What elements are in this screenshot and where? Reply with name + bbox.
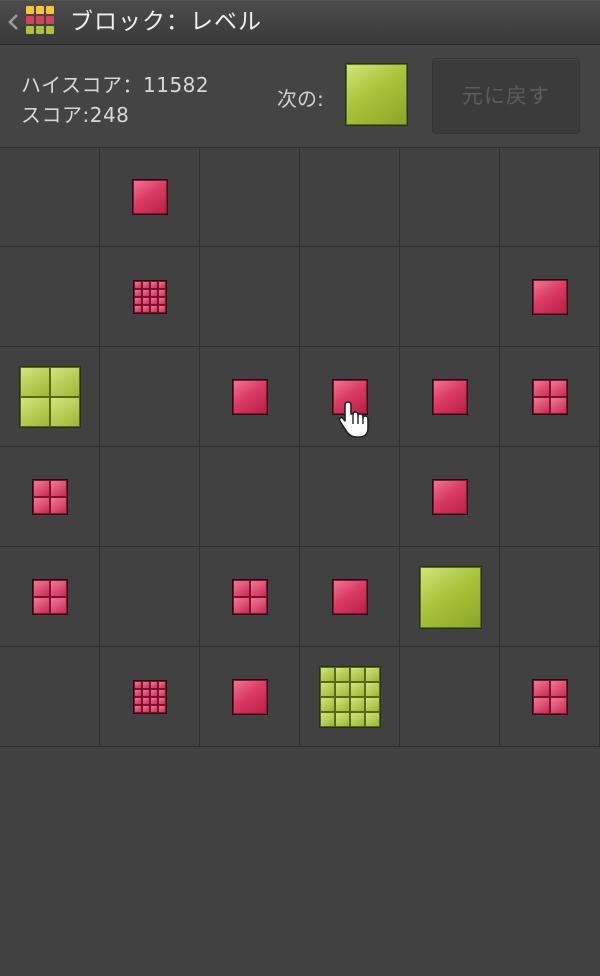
board-cell[interactable] bbox=[100, 347, 200, 447]
action-bar: ブロック：レベル bbox=[0, 0, 600, 45]
high-score-label: ハイスコア：11582 bbox=[21, 73, 210, 97]
board-cell[interactable] bbox=[200, 347, 300, 447]
board-cell[interactable] bbox=[200, 247, 300, 347]
pink-block[interactable] bbox=[134, 281, 166, 313]
board-cell[interactable] bbox=[200, 147, 300, 247]
pink-block[interactable] bbox=[533, 380, 567, 414]
pink-block[interactable] bbox=[33, 480, 67, 514]
board-cell[interactable] bbox=[0, 447, 100, 547]
pink-block[interactable] bbox=[33, 580, 67, 614]
score-panel: ハイスコア：11582 スコア:248 次の: 元に戻す bbox=[0, 45, 600, 148]
board-cell[interactable] bbox=[300, 547, 400, 647]
board-cell[interactable] bbox=[100, 147, 200, 247]
green-block[interactable] bbox=[20, 367, 80, 427]
board-cell[interactable] bbox=[0, 147, 100, 247]
board-cell[interactable] bbox=[500, 147, 600, 247]
pink-block[interactable] bbox=[533, 680, 567, 714]
page-title: ブロック：レベル bbox=[70, 9, 262, 35]
pink-block[interactable] bbox=[233, 680, 267, 714]
board-cell[interactable] bbox=[0, 647, 100, 747]
pink-block[interactable] bbox=[433, 380, 467, 414]
board-cell[interactable] bbox=[300, 247, 400, 347]
board-cell[interactable] bbox=[100, 647, 200, 747]
board-cell[interactable] bbox=[100, 447, 200, 547]
next-block-preview bbox=[346, 64, 407, 125]
board-cell[interactable] bbox=[100, 247, 200, 347]
board-cell[interactable] bbox=[400, 447, 500, 547]
pink-block[interactable] bbox=[134, 681, 166, 713]
board-cell[interactable] bbox=[500, 247, 600, 347]
pink-block[interactable] bbox=[233, 580, 267, 614]
pink-block[interactable] bbox=[533, 280, 567, 314]
board-cell[interactable] bbox=[300, 147, 400, 247]
board-cell[interactable] bbox=[200, 647, 300, 747]
undo-button[interactable]: 元に戻す bbox=[432, 58, 580, 134]
board-cell[interactable] bbox=[500, 647, 600, 747]
pink-block[interactable] bbox=[133, 180, 167, 214]
board-cell[interactable] bbox=[400, 547, 500, 647]
next-label: 次の: bbox=[277, 87, 324, 111]
pink-block[interactable] bbox=[333, 580, 367, 614]
board-cell[interactable] bbox=[0, 247, 100, 347]
score-label: スコア:248 bbox=[21, 103, 130, 127]
board-cell[interactable] bbox=[200, 547, 300, 647]
pink-block[interactable] bbox=[433, 480, 467, 514]
board-cell[interactable] bbox=[400, 347, 500, 447]
green-block[interactable] bbox=[320, 667, 380, 727]
board-cell[interactable] bbox=[200, 447, 300, 547]
board-cell[interactable] bbox=[300, 447, 400, 547]
board-cell[interactable] bbox=[0, 547, 100, 647]
green-block[interactable] bbox=[420, 567, 481, 628]
chevron-left-icon[interactable] bbox=[6, 10, 20, 34]
game-board bbox=[0, 147, 600, 747]
board-cell[interactable] bbox=[400, 147, 500, 247]
board-cell[interactable] bbox=[100, 547, 200, 647]
board-cell[interactable] bbox=[400, 647, 500, 747]
hand-pointer-icon bbox=[338, 401, 369, 438]
block-grid-app-icon[interactable] bbox=[26, 6, 58, 38]
board-cell[interactable] bbox=[500, 547, 600, 647]
board-cell[interactable] bbox=[300, 647, 400, 747]
board-cell[interactable] bbox=[400, 247, 500, 347]
pink-block[interactable] bbox=[233, 380, 267, 414]
board-cell[interactable] bbox=[500, 347, 600, 447]
board-cell[interactable] bbox=[0, 347, 100, 447]
board-cell[interactable] bbox=[500, 447, 600, 547]
